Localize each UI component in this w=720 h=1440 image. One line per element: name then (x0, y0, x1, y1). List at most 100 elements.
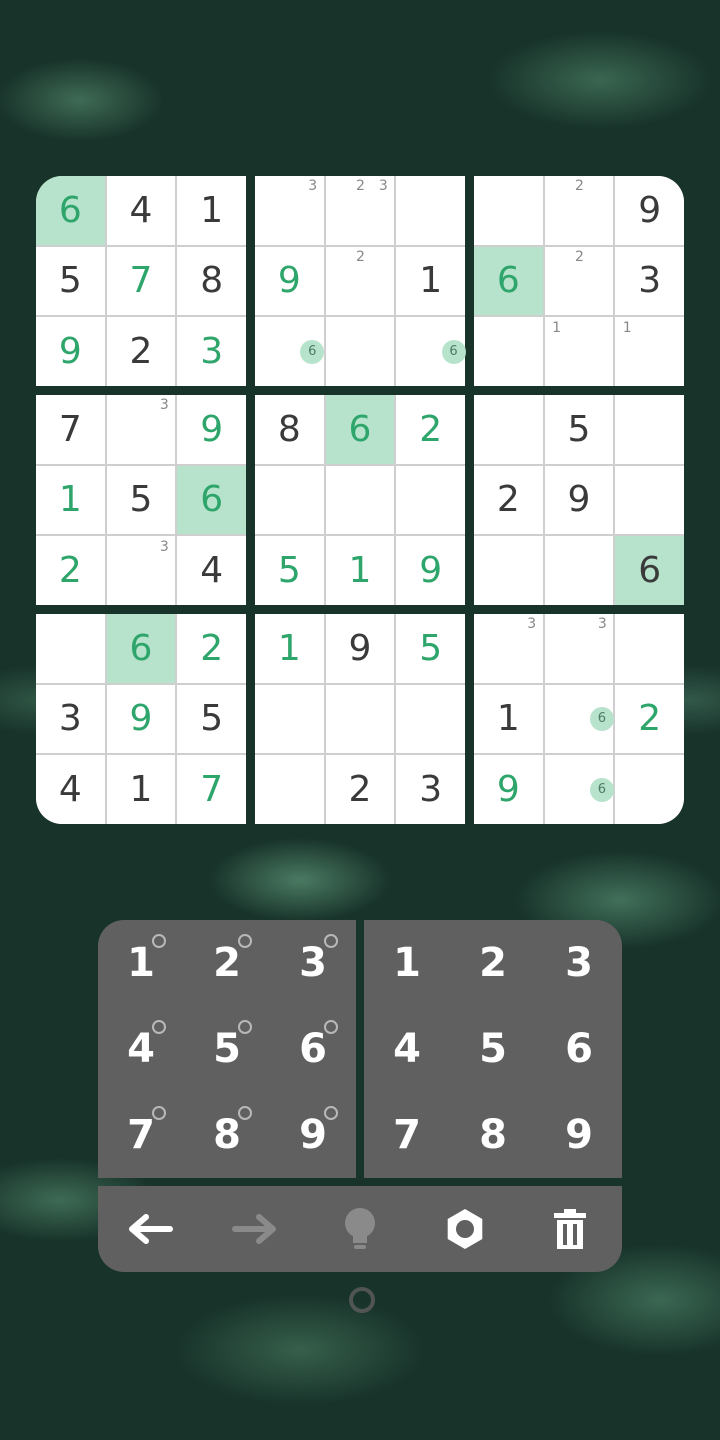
board-cell[interactable] (615, 395, 684, 464)
board-cell[interactable]: 1 (325, 536, 395, 605)
note-key-1[interactable]: 1 (98, 920, 184, 1006)
board-cell[interactable]: 9 (177, 395, 246, 464)
board-cell[interactable]: 7 (106, 246, 176, 316)
board-cell[interactable]: 1 (474, 684, 543, 754)
board-cell[interactable] (396, 465, 465, 535)
number-key-3[interactable]: 3 (536, 920, 622, 1006)
number-key-8[interactable]: 8 (450, 1092, 536, 1178)
board-cell[interactable]: 3 (106, 536, 176, 605)
number-key-5[interactable]: 5 (450, 1006, 536, 1092)
board-cell[interactable]: 4 (177, 536, 246, 605)
board-cell[interactable]: 3 (474, 614, 543, 683)
board-cell[interactable]: 9 (474, 755, 543, 824)
hint-button[interactable] (308, 1186, 413, 1272)
board-cell[interactable]: 9 (106, 684, 176, 754)
note-key-3[interactable]: 3 (270, 920, 356, 1006)
board-cell[interactable]: 6 (106, 614, 176, 683)
board-cell[interactable]: 6 (255, 317, 325, 386)
board-cell[interactable]: 6 (36, 176, 105, 245)
drag-handle[interactable] (349, 1287, 375, 1313)
board-cell[interactable] (474, 317, 543, 386)
board-cell[interactable]: 9 (396, 536, 465, 605)
board-cell[interactable]: 2 (177, 614, 246, 683)
board-cell[interactable]: 5 (255, 536, 324, 605)
board-cell[interactable] (325, 684, 395, 754)
board-cell[interactable] (474, 176, 543, 245)
note-key-7[interactable]: 7 (98, 1092, 184, 1178)
board-cell[interactable]: 9 (544, 465, 614, 535)
board-cell[interactable]: 9 (36, 317, 105, 386)
board-cell[interactable]: 3 (177, 317, 246, 386)
board-cell[interactable]: 1 (615, 317, 684, 386)
board-cell[interactable]: 2 (544, 246, 614, 316)
board-cell[interactable]: 3 (544, 614, 614, 683)
board-cell[interactable]: 6 (544, 684, 614, 754)
board-cell[interactable] (615, 614, 684, 683)
board-cell[interactable]: 23 (325, 176, 395, 245)
board-cell[interactable] (255, 684, 324, 754)
board-cell[interactable] (615, 465, 684, 535)
number-key-4[interactable]: 4 (364, 1006, 450, 1092)
board-cell[interactable]: 9 (325, 614, 395, 683)
board-cell[interactable]: 6 (474, 246, 543, 316)
board-cell[interactable]: 7 (36, 395, 105, 464)
board-cell[interactable]: 6 (615, 536, 684, 605)
board-cell[interactable] (544, 536, 614, 605)
note-key-2[interactable]: 2 (184, 920, 270, 1006)
board-cell[interactable]: 5 (177, 684, 246, 754)
board-cell[interactable]: 1 (177, 176, 246, 245)
board-cell[interactable] (255, 755, 324, 824)
board-cell[interactable] (36, 614, 105, 683)
board-cell[interactable] (255, 465, 324, 535)
board-cell[interactable]: 6 (396, 317, 466, 386)
delete-button[interactable] (517, 1186, 622, 1272)
board-cell[interactable]: 2 (396, 395, 465, 464)
board-cell[interactable]: 1 (255, 614, 324, 683)
board-cell[interactable]: 3 (36, 684, 105, 754)
board-cell[interactable]: 3 (615, 246, 684, 316)
note-key-6[interactable]: 6 (270, 1006, 356, 1092)
board-cell[interactable]: 7 (177, 755, 246, 824)
board-cell[interactable]: 9 (255, 246, 324, 316)
note-key-8[interactable]: 8 (184, 1092, 270, 1178)
board-cell[interactable] (325, 317, 395, 386)
board-cell[interactable] (396, 684, 465, 754)
board-cell[interactable]: 6 (325, 395, 395, 464)
settings-button[interactable] (412, 1186, 517, 1272)
board-cell[interactable]: 1 (396, 246, 465, 316)
board-cell[interactable]: 3 (396, 755, 465, 824)
board-cell[interactable] (325, 465, 395, 535)
number-key-7[interactable]: 7 (364, 1092, 450, 1178)
redo-button[interactable] (203, 1186, 308, 1272)
board-cell[interactable]: 1 (544, 317, 614, 386)
number-key-1[interactable]: 1 (364, 920, 450, 1006)
board-cell[interactable]: 2 (544, 176, 614, 245)
undo-button[interactable] (98, 1186, 203, 1272)
note-key-4[interactable]: 4 (98, 1006, 184, 1092)
board-cell[interactable]: 6 (544, 755, 614, 824)
board-cell[interactable] (474, 536, 543, 605)
board-cell[interactable]: 6 (177, 465, 246, 535)
note-key-5[interactable]: 5 (184, 1006, 270, 1092)
board-cell[interactable]: 1 (36, 465, 105, 535)
board-cell[interactable] (396, 176, 465, 245)
note-key-9[interactable]: 9 (270, 1092, 356, 1178)
board-cell[interactable] (474, 395, 543, 464)
number-key-2[interactable]: 2 (450, 920, 536, 1006)
board-cell[interactable]: 4 (36, 755, 105, 824)
board-cell[interactable]: 9 (615, 176, 684, 245)
number-key-6[interactable]: 6 (536, 1006, 622, 1092)
board-cell[interactable]: 3 (106, 395, 176, 464)
board-cell[interactable]: 5 (544, 395, 614, 464)
board-cell[interactable]: 2 (36, 536, 105, 605)
board-cell[interactable]: 8 (255, 395, 324, 464)
number-key-9[interactable]: 9 (536, 1092, 622, 1178)
board-cell[interactable]: 8 (177, 246, 246, 316)
board-cell[interactable] (615, 755, 684, 824)
board-cell[interactable]: 2 (474, 465, 543, 535)
board-cell[interactable]: 2 (106, 317, 176, 386)
board-cell[interactable]: 5 (36, 246, 105, 316)
board-cell[interactable]: 2 (615, 684, 684, 754)
board-cell[interactable]: 2 (325, 246, 395, 316)
board-cell[interactable]: 1 (106, 755, 176, 824)
